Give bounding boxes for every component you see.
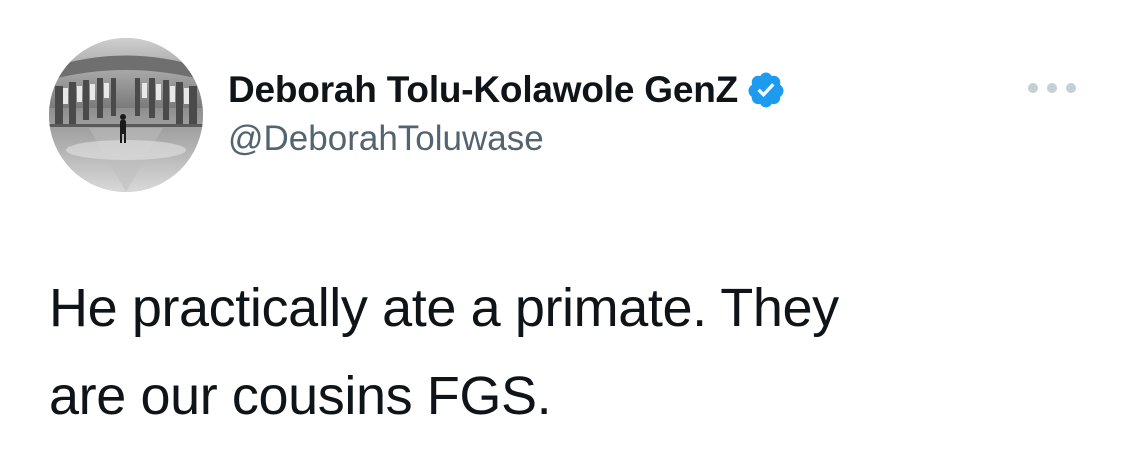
tweet-text-line: are our cousins FGS.: [49, 366, 552, 426]
tweet-text-line: He practically ate a primate. They: [49, 278, 839, 338]
tweet-card: Deborah Tolu-Kolawole GenZ @DeborahToluw…: [0, 0, 1125, 467]
more-dot: [1066, 83, 1076, 93]
tweet-text: He practically ate a primate. They are o…: [49, 264, 1079, 440]
more-options-icon[interactable]: [1028, 78, 1076, 98]
more-dot: [1047, 83, 1057, 93]
more-dot: [1028, 83, 1038, 93]
avatar[interactable]: [49, 38, 203, 192]
author-handle[interactable]: @DeborahToluwase: [228, 119, 544, 159]
author-name-row: Deborah Tolu-Kolawole GenZ: [228, 66, 786, 114]
avatar-photo: [49, 38, 203, 192]
verified-badge-icon: [746, 70, 786, 110]
author-display-name[interactable]: Deborah Tolu-Kolawole GenZ: [228, 69, 738, 111]
